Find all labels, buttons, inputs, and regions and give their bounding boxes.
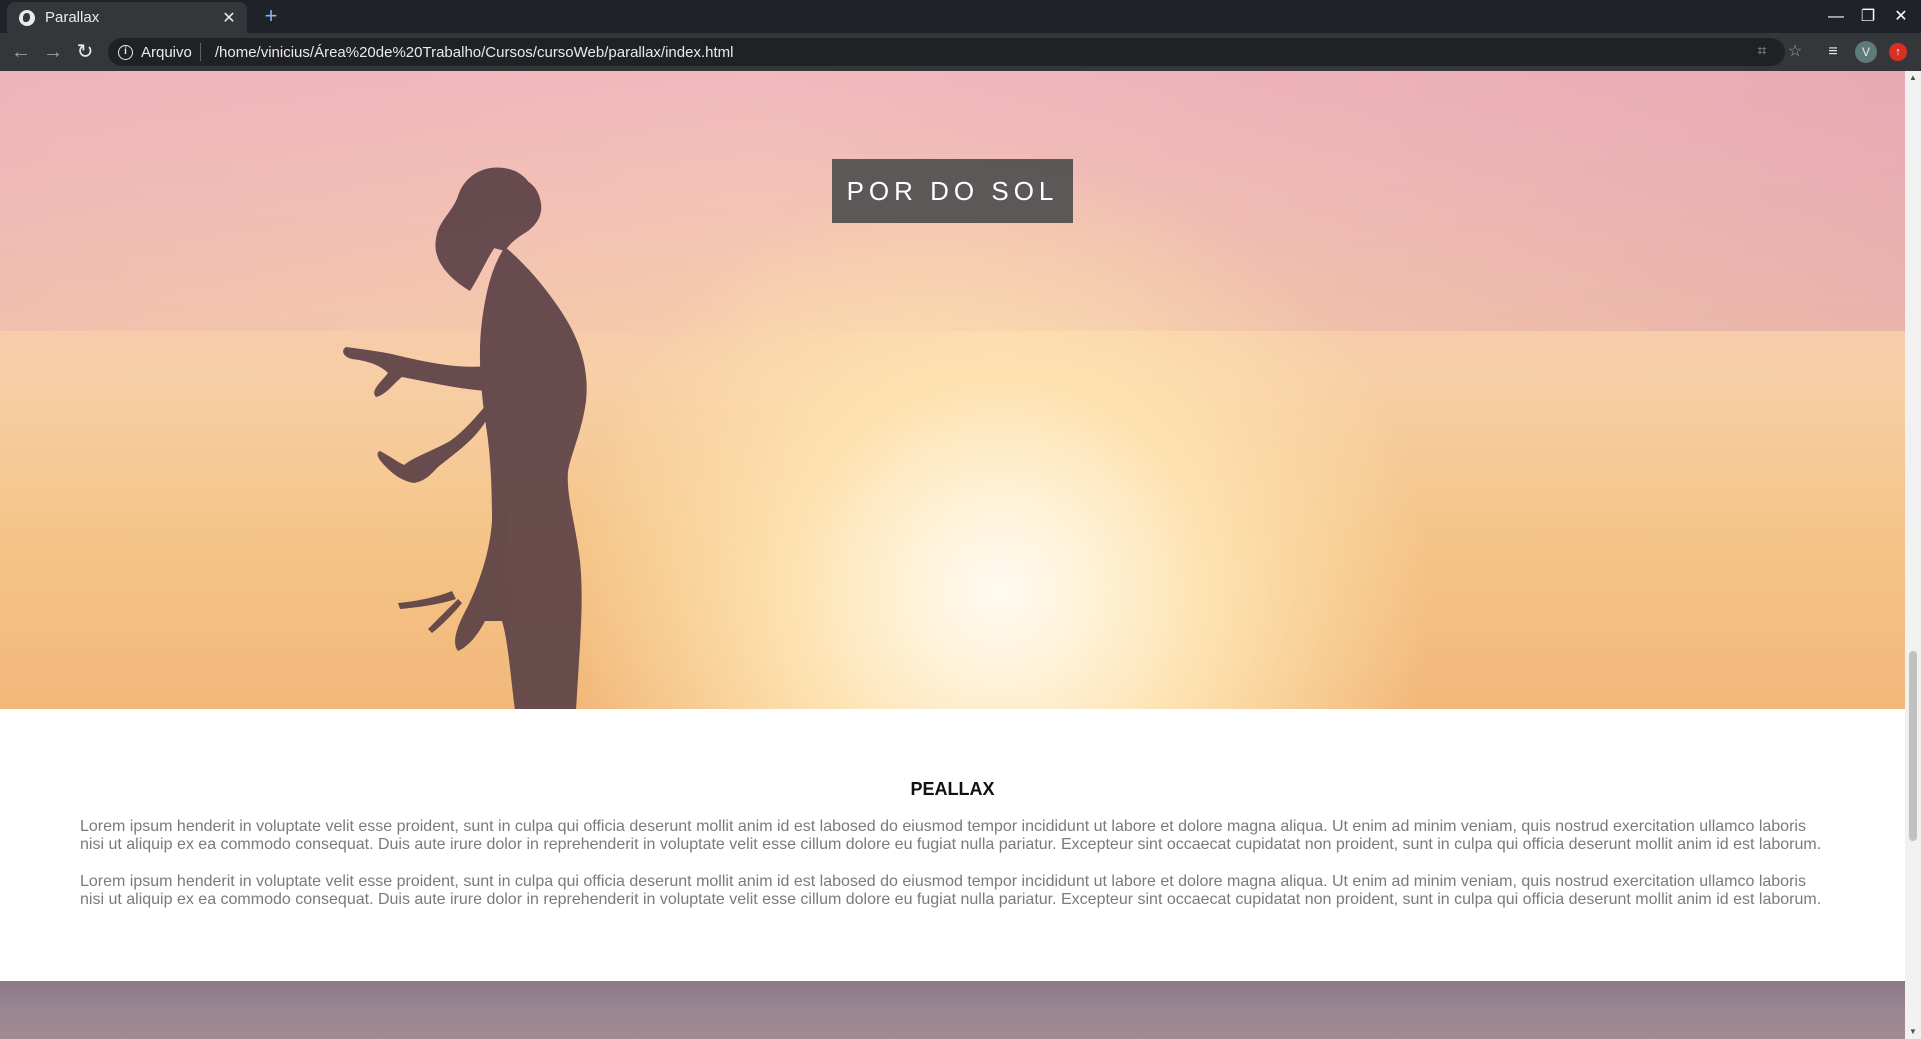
- omnibox-divider: [199, 43, 201, 61]
- section-title: PEALLAX: [910, 779, 995, 799]
- browser-toolbar: ← → ↻ i Arquivo /home/vinicius/Área%20de…: [0, 33, 1921, 71]
- forward-button[interactable]: →: [40, 39, 66, 65]
- content-section: PEALLAX Lorem ipsum henderit in voluptat…: [0, 709, 1905, 981]
- site-scheme-label[interactable]: Arquivo: [141, 44, 192, 61]
- hero-sunset-section: POR DO SOL: [0, 71, 1905, 709]
- extension-icon[interactable]: ↑: [1889, 43, 1907, 61]
- globe-icon: [19, 9, 35, 26]
- woman-silhouette-image: [343, 167, 587, 709]
- star-icon[interactable]: ☆: [1782, 39, 1808, 65]
- tab-parallax[interactable]: Parallax ✕: [7, 2, 247, 33]
- close-tab-icon[interactable]: ✕: [221, 8, 237, 28]
- reload-button[interactable]: ↻: [72, 39, 98, 65]
- next-parallax-section: [0, 981, 1905, 1039]
- info-icon[interactable]: i: [118, 44, 133, 60]
- paragraph-1: Lorem ipsum henderit in voluptate velit …: [80, 818, 1822, 853]
- scrollbar-thumb[interactable]: [1909, 651, 1917, 841]
- tab-strip: Parallax ✕ + — ❐ ✕: [0, 0, 1921, 33]
- tab-title: Parallax: [45, 9, 100, 26]
- minimize-button[interactable]: —: [1820, 0, 1852, 33]
- page-scrollbar[interactable]: ▲ ▼: [1905, 71, 1921, 1039]
- media-queue-icon[interactable]: ≡: [1820, 39, 1846, 65]
- scroll-up-arrow-icon[interactable]: ▲: [1905, 71, 1921, 85]
- new-tab-button[interactable]: +: [258, 3, 284, 29]
- paragraph-2: Lorem ipsum henderit in voluptate velit …: [80, 873, 1822, 908]
- window-close-button[interactable]: ✕: [1885, 0, 1917, 33]
- restore-button[interactable]: ❐: [1852, 0, 1884, 33]
- translate-icon[interactable]: ⌗: [1749, 39, 1775, 65]
- address-bar[interactable]: i Arquivo /home/vinicius/Área%20de%20Tra…: [108, 38, 1785, 66]
- hero-title-box: POR DO SOL: [832, 159, 1073, 223]
- profile-avatar[interactable]: V: [1855, 41, 1877, 63]
- page-viewport: POR DO SOL PEALLAX Lorem ipsum henderit …: [0, 71, 1905, 1039]
- url-text[interactable]: /home/vinicius/Área%20de%20Trabalho/Curs…: [215, 44, 734, 61]
- back-button[interactable]: ←: [8, 39, 34, 65]
- scroll-down-arrow-icon[interactable]: ▼: [1905, 1025, 1921, 1039]
